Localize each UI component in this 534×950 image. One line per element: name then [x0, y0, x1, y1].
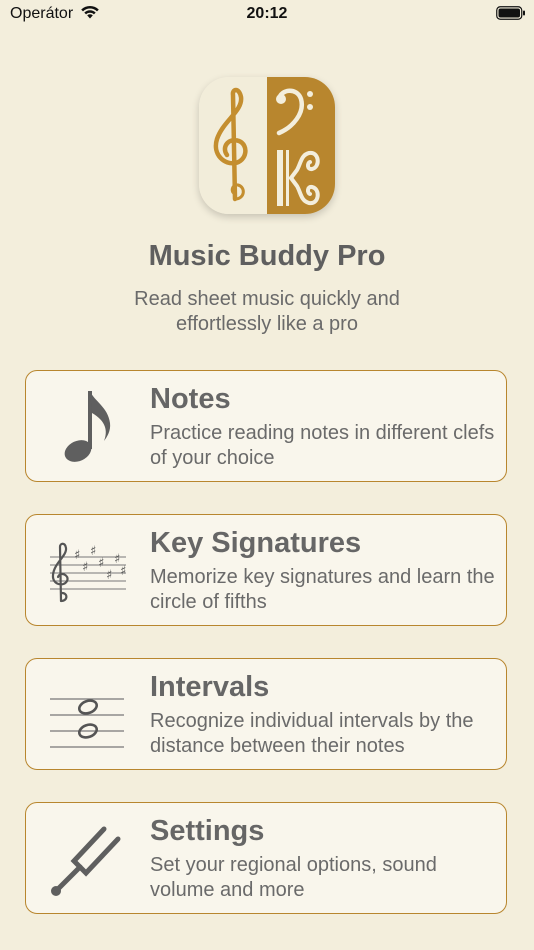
app-logo	[199, 77, 335, 214]
key-signatures-title: Key Signatures	[150, 527, 362, 559]
app-title: Music Buddy Pro	[148, 240, 386, 272]
key-signature-staff-icon: ♯ ♯ ♯ ♯ ♯ ♯ ♯	[46, 529, 130, 613]
settings-card[interactable]: Settings Set your regional options, soun…	[25, 802, 507, 914]
settings-description: Set your regional options, sound volume …	[150, 854, 437, 901]
app-subtitle: Read sheet music quickly and effortlessl…	[134, 288, 400, 335]
tuning-fork-icon	[46, 817, 130, 901]
svg-text:♯: ♯	[120, 564, 126, 579]
svg-text:♯: ♯	[106, 568, 112, 583]
intervals-description: Recognize individual intervals by the di…	[150, 710, 474, 757]
treble-clef-panel	[199, 77, 267, 214]
notes-title: Notes	[150, 383, 231, 415]
notes-description: Practice reading notes in different clef…	[150, 422, 495, 469]
svg-text:♯: ♯	[90, 544, 96, 559]
key-signatures-description: Memorize key signatures and learn the ci…	[150, 566, 495, 613]
treble-clef-icon	[213, 87, 248, 202]
status-bar: Operátor 20:12	[0, 0, 534, 30]
settings-title: Settings	[150, 815, 265, 847]
intervals-title: Intervals	[150, 671, 270, 703]
battery-icon	[496, 6, 526, 25]
key-signatures-card[interactable]: ♯ ♯ ♯ ♯ ♯ ♯ ♯ Key Signatures Memorize ke…	[25, 514, 507, 626]
svg-text:♯: ♯	[98, 556, 104, 571]
intervals-card[interactable]: Intervals Recognize individual intervals…	[25, 658, 507, 770]
svg-text:♯: ♯	[74, 548, 80, 563]
eighth-note-icon	[46, 385, 130, 469]
svg-text:♯: ♯	[82, 560, 88, 575]
bass-clef-icon	[276, 88, 320, 206]
interval-staff-icon	[46, 673, 130, 757]
clock-time: 20:12	[246, 5, 288, 22]
notes-card[interactable]: Notes Practice reading notes in differen…	[25, 370, 507, 482]
bass-alto-clef-panel	[267, 77, 335, 214]
